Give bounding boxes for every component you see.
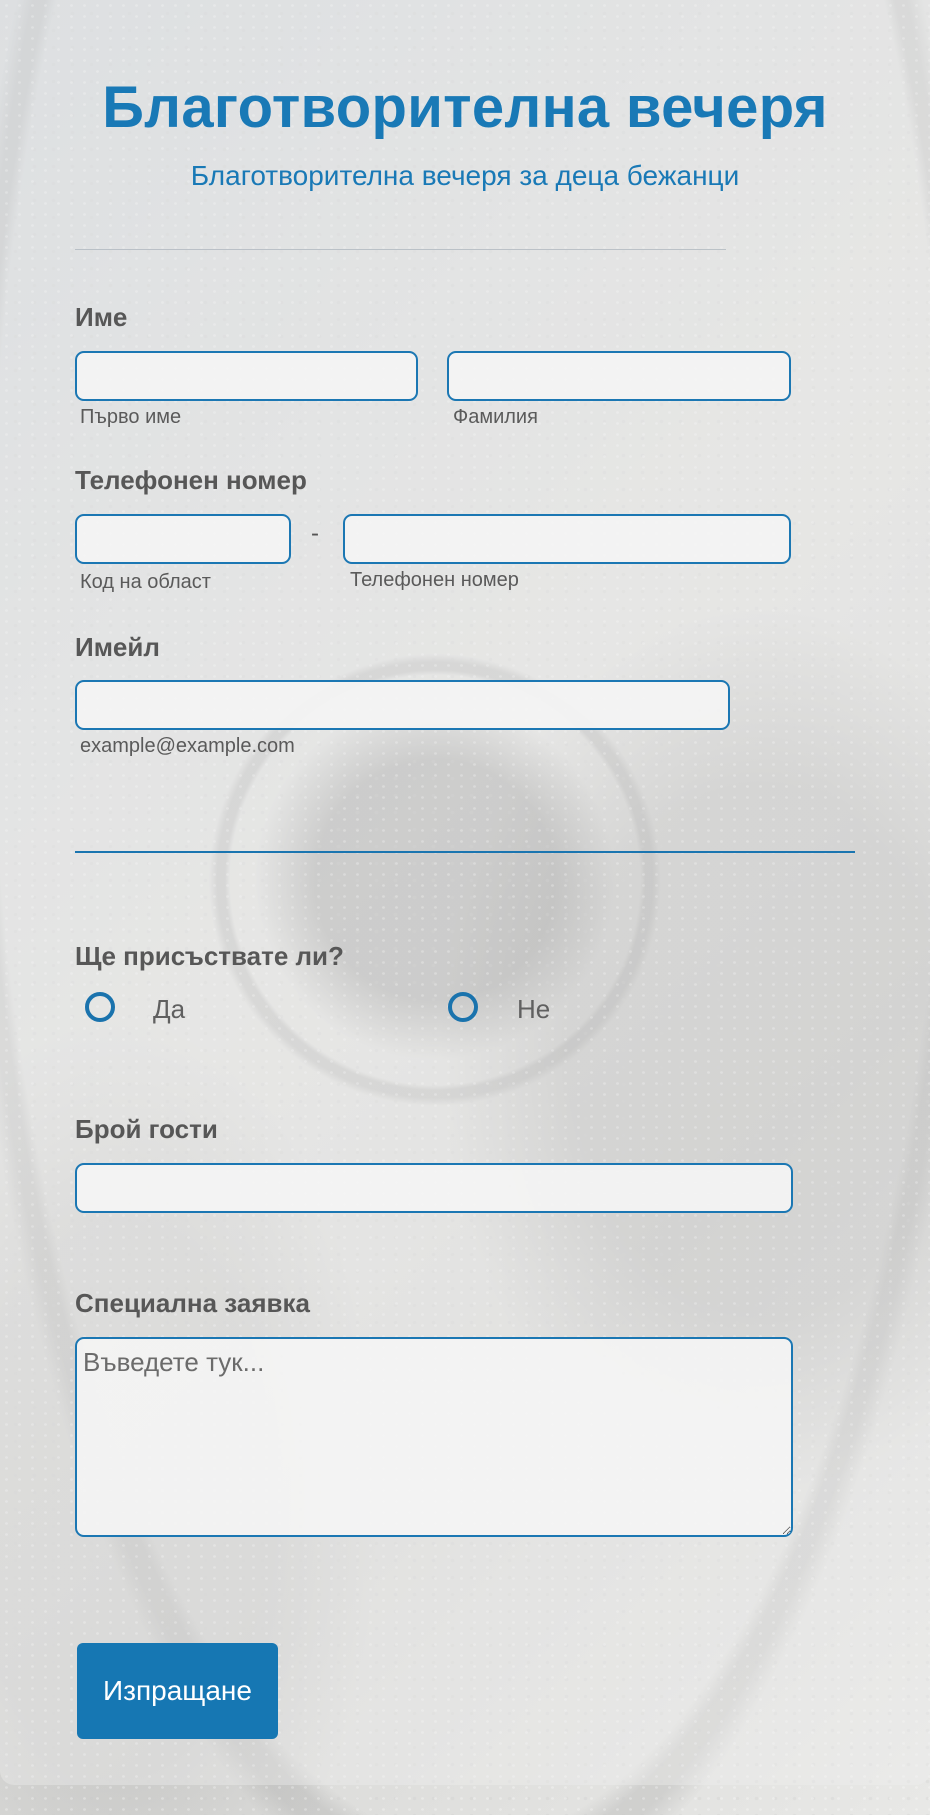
last-name-sublabel: Фамилия [453, 406, 538, 428]
form-card: Благотворителна вечеря Благотворителна в… [0, 0, 930, 1785]
attend-label: Ще присъствате ли? [75, 941, 344, 971]
last-name-input[interactable] [447, 351, 791, 401]
phone-number-sublabel: Телефонен номер [350, 569, 519, 591]
form-title: Благотворителна вечеря [102, 75, 828, 140]
guests-input[interactable] [75, 1163, 793, 1213]
email-input[interactable] [75, 680, 730, 730]
name-label: Име [75, 302, 128, 332]
section-divider [75, 851, 855, 853]
email-sublabel: example@example.com [80, 735, 295, 757]
request-label: Специална заявка [75, 1288, 310, 1318]
radio-no[interactable] [448, 992, 478, 1022]
area-code-input[interactable] [75, 514, 291, 564]
radio-no-label[interactable]: Не [517, 994, 550, 1025]
phone-separator: - [311, 520, 319, 547]
form-subtitle: Благотворителна вечеря за деца бежанци [190, 160, 740, 191]
email-label: Имейл [75, 632, 160, 662]
area-code-sublabel: Код на област [80, 571, 211, 593]
header-separator [75, 249, 726, 250]
phone-label: Телефонен номер [75, 465, 307, 495]
first-name-input[interactable] [75, 351, 418, 401]
first-name-sublabel: Първо име [80, 406, 182, 428]
special-request-textarea[interactable] [75, 1337, 793, 1537]
guests-label: Брой гости [75, 1114, 218, 1144]
radio-yes[interactable] [85, 992, 115, 1022]
submit-button[interactable]: Изпращане [77, 1643, 278, 1739]
phone-number-input[interactable] [343, 514, 791, 564]
radio-yes-label[interactable]: Да [153, 994, 185, 1025]
